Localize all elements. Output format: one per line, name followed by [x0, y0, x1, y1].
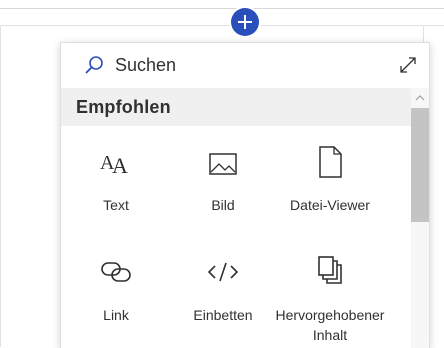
- webpart-tile-link[interactable]: Link: [71, 248, 161, 348]
- webpart-tile-image[interactable]: Bild: [178, 138, 268, 218]
- add-webpart-button[interactable]: [231, 8, 259, 36]
- search-icon: [85, 56, 103, 74]
- expand-icon[interactable]: [398, 55, 418, 75]
- scrollbar[interactable]: [411, 88, 429, 348]
- highlighted-content-icon: [285, 250, 375, 290]
- webpart-tile-text[interactable]: A A Text: [71, 138, 161, 218]
- search-row[interactable]: Suchen: [61, 43, 429, 88]
- webpart-label: Hervorgehobener Inhalt: [275, 307, 385, 343]
- webpart-label: Text: [103, 197, 129, 213]
- file-icon: [285, 142, 375, 182]
- section-title: Empfohlen: [76, 97, 171, 117]
- webpart-tile-embed[interactable]: Einbetten: [178, 248, 268, 348]
- canvas: Suchen Empfohlen A A Text Bild Datei-Vie…: [0, 0, 444, 348]
- link-icon: [71, 252, 161, 292]
- scroll-up-icon[interactable]: [415, 94, 425, 102]
- section-header: Empfohlen: [61, 88, 429, 126]
- add-section-divider: [0, 8, 444, 9]
- svg-text:A: A: [112, 153, 128, 178]
- webpart-label: Datei-Viewer: [290, 197, 370, 213]
- text-icon: A A: [71, 144, 161, 184]
- section-frame-left: [0, 25, 1, 347]
- search-input[interactable]: Suchen: [115, 55, 176, 76]
- webpart-picker-panel: Suchen Empfohlen A A Text Bild Datei-Vie…: [60, 42, 430, 348]
- webpart-tile-highlighted-content[interactable]: Hervorgehobener Inhalt: [276, 248, 384, 348]
- embed-icon: [178, 252, 268, 292]
- webpart-label: Bild: [211, 197, 235, 213]
- scrollbar-thumb[interactable]: [411, 108, 429, 222]
- plus-icon: [238, 15, 252, 29]
- image-icon: [178, 144, 268, 184]
- section-frame-top: [0, 25, 444, 26]
- webpart-label: Link: [103, 307, 129, 323]
- webpart-tile-file-viewer[interactable]: Datei-Viewer: [285, 138, 375, 218]
- webpart-label: Einbetten: [193, 307, 253, 323]
